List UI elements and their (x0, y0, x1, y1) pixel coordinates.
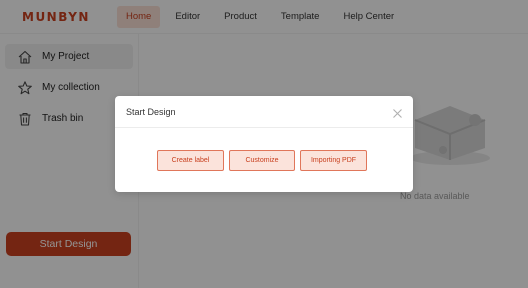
dialog-actions: Create label Customize Importing PDF (115, 150, 413, 171)
importing-pdf-button[interactable]: Importing PDF (300, 150, 367, 171)
dialog-header: Start Design (115, 96, 413, 128)
customize-button[interactable]: Customize (229, 150, 295, 171)
close-icon[interactable] (392, 106, 403, 118)
create-label-button[interactable]: Create label (157, 150, 224, 171)
start-design-dialog: Start Design Create label Customize Impo… (115, 96, 413, 192)
dialog-title: Start Design (126, 107, 176, 117)
